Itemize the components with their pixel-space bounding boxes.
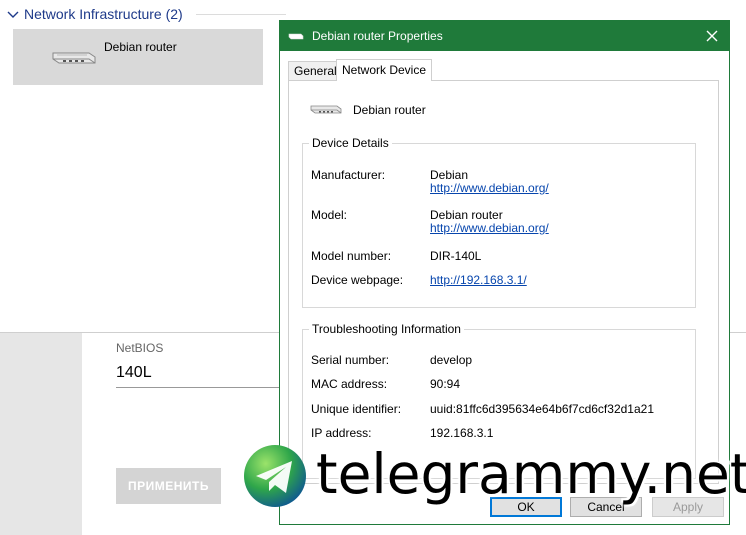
ip-address-label: IP address:: [311, 426, 372, 440]
manufacturer-value: Debian: [430, 168, 469, 182]
chevron-down-icon: [7, 11, 19, 18]
tab-network-device[interactable]: Network Device: [336, 59, 433, 81]
group-header-label: Network Infrastructure (2): [24, 6, 183, 22]
model-value: Debian router: [430, 208, 503, 222]
model-label: Model:: [311, 208, 348, 222]
device-tile-debian-router[interactable]: Debian router: [13, 29, 263, 85]
model-link[interactable]: http://www.debian.org/: [430, 221, 549, 235]
dialog-titlebar[interactable]: Debian router Properties: [280, 21, 729, 51]
tab-general[interactable]: General: [288, 61, 343, 80]
cancel-button[interactable]: Cancel: [570, 497, 642, 517]
serial-number-value: develop: [430, 353, 473, 367]
group-header-network-infrastructure[interactable]: Network Infrastructure (2): [6, 5, 183, 23]
device-webpage-label: Device webpage:: [311, 273, 404, 287]
close-icon: [706, 30, 718, 42]
unique-identifier-label: Unique identifier:: [311, 402, 402, 416]
network-device-tab-page: Debian router Device Details Manufacture…: [288, 80, 719, 484]
device-webpage-link[interactable]: http://192.168.3.1/: [430, 273, 527, 287]
device-name-header: Debian router: [353, 103, 426, 117]
model-number-label: Model number:: [311, 249, 392, 263]
netbios-label: NetBIOS: [116, 341, 164, 355]
apply-settings-button[interactable]: ПРИМЕНИТЬ: [116, 468, 221, 504]
dialog-title: Debian router Properties: [312, 29, 443, 43]
serial-number-label: Serial number:: [311, 353, 390, 367]
model-number-value: DIR-140L: [430, 249, 482, 263]
device-details-legend: Device Details: [309, 136, 392, 150]
device-details-group: Device Details Manufacturer: Debian http…: [302, 136, 696, 308]
ip-address-value: 192.168.3.1: [430, 426, 494, 440]
device-tile-label: Debian router: [104, 40, 177, 54]
netbios-input[interactable]: 140L: [116, 361, 286, 388]
manufacturer-link[interactable]: http://www.debian.org/: [430, 181, 549, 195]
troubleshooting-legend: Troubleshooting Information: [309, 322, 464, 336]
troubleshooting-group: Troubleshooting Information Serial numbe…: [302, 322, 696, 479]
mac-address-label: MAC address:: [311, 377, 388, 391]
router-icon: [288, 33, 304, 40]
router-icon: [52, 52, 96, 64]
unique-identifier-value: uuid:81ffc6d395634e64b6f7cd6cf32d1a21: [430, 402, 654, 416]
properties-dialog: Debian router Properties General Network…: [279, 20, 730, 525]
group-divider: [196, 14, 286, 15]
router-icon: [310, 105, 342, 114]
close-button[interactable]: [695, 21, 729, 51]
ok-button[interactable]: OK: [490, 497, 562, 517]
manufacturer-label: Manufacturer:: [311, 168, 386, 182]
apply-button[interactable]: Apply: [652, 497, 724, 517]
mac-address-value: 90:94: [430, 377, 461, 391]
